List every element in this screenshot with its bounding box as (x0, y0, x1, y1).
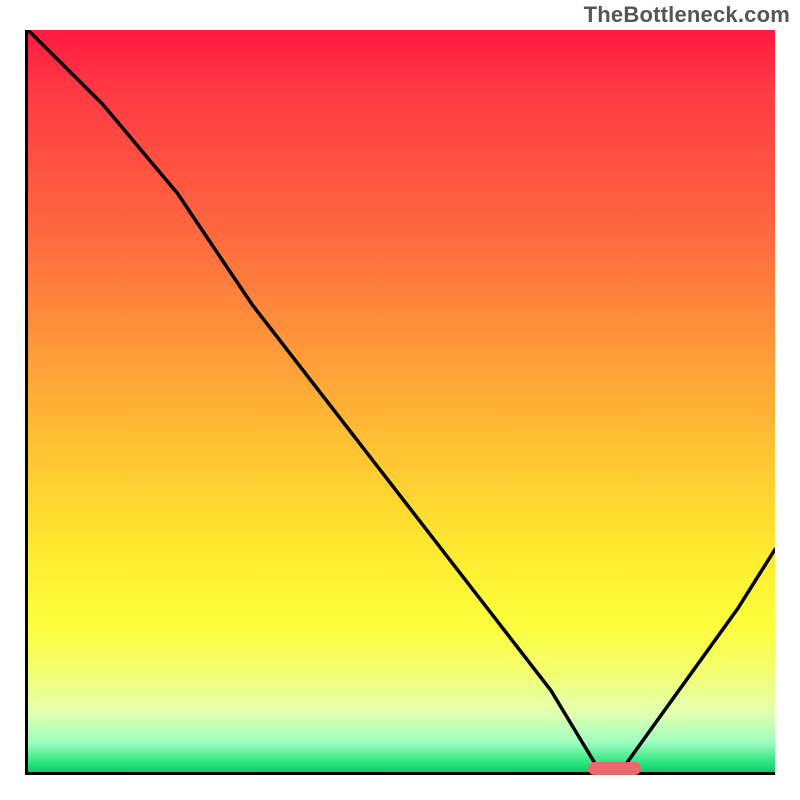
bottleneck-curve-svg (28, 30, 775, 772)
watermark-text: TheBottleneck.com (584, 2, 790, 28)
bottleneck-curve-path (28, 30, 775, 765)
chart-container: TheBottleneck.com (0, 0, 800, 800)
optimal-range-marker (588, 762, 640, 775)
